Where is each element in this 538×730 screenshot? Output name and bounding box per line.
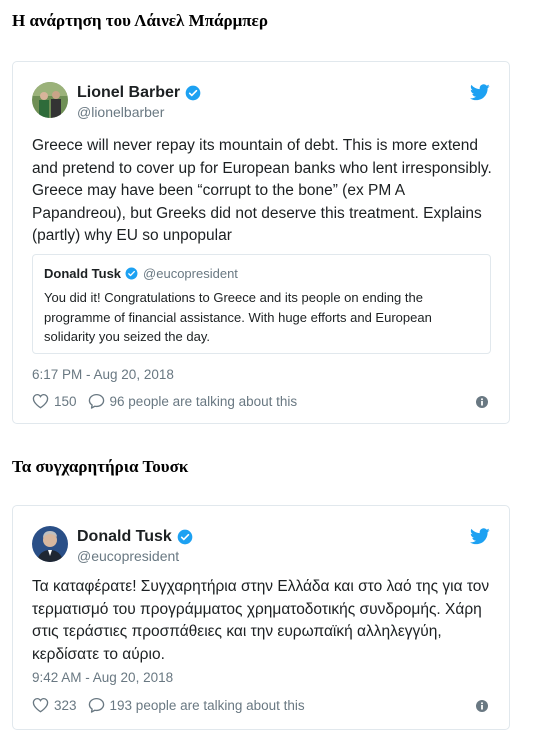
section-heading-barber: Η ανάρτηση του Λάινελ Μπάρμπερ (12, 11, 268, 30)
verified-badge-icon (177, 529, 193, 545)
like-count[interactable]: 323 (54, 698, 77, 713)
author-handle[interactable]: @lionelbarber (77, 104, 164, 120)
quoted-tweet-text: You did it! Congratulations to Greece an… (44, 290, 432, 344)
quoted-tweet[interactable]: Donald Tusk @eucopresident You did it! C… (32, 254, 491, 354)
tweet-actions: 150 96 people are talking about this (32, 393, 297, 409)
quoted-author-name[interactable]: Donald Tusk (44, 266, 121, 281)
author-name-text[interactable]: Lionel Barber (77, 84, 180, 102)
author-handle[interactable]: @eucopresident (77, 548, 179, 564)
avatar[interactable] (32, 82, 68, 118)
comment-bubble-icon[interactable] (88, 393, 105, 409)
tweet-timestamp[interactable]: 6:17 PM - Aug 20, 2018 (32, 367, 174, 382)
verified-badge-icon (125, 267, 138, 280)
tweet-card-barber[interactable]: Lionel Barber @lionelbarber Greece will … (12, 61, 510, 424)
heart-icon[interactable] (32, 697, 49, 713)
like-count[interactable]: 150 (54, 394, 77, 409)
comment-bubble-icon[interactable] (88, 697, 105, 713)
tweet-text: Greece will never repay its mountain of … (32, 137, 492, 244)
tweet-actions: 323 193 people are talking about this (32, 697, 305, 713)
author-name-text[interactable]: Donald Tusk (77, 528, 172, 546)
quoted-author[interactable]: Donald Tusk @eucopresident (44, 266, 238, 281)
tweet-card-tusk[interactable]: Donald Tusk @eucopresident Τα καταφέρατε… (12, 505, 510, 730)
author-name[interactable]: Lionel Barber (77, 84, 201, 102)
quoted-author-handle[interactable]: @eucopresident (143, 266, 238, 281)
tweet-timestamp[interactable]: 9:42 AM - Aug 20, 2018 (32, 670, 173, 685)
talking-count[interactable]: 96 people are talking about this (110, 394, 298, 409)
section-heading-tusk: Τα συγχαρητήρια Τουσκ (12, 457, 189, 476)
info-icon[interactable] (476, 700, 488, 712)
verified-badge-icon (185, 85, 201, 101)
author-name[interactable]: Donald Tusk (77, 528, 193, 546)
heart-icon[interactable] (32, 393, 49, 409)
twitter-bird-icon[interactable] (470, 528, 490, 545)
talking-count[interactable]: 193 people are talking about this (110, 698, 305, 713)
avatar[interactable] (32, 526, 68, 562)
tweet-text: Τα καταφέρατε! Συγχαρητήρια στην Ελλάδα … (32, 578, 490, 663)
twitter-bird-icon[interactable] (470, 84, 490, 101)
info-icon[interactable] (476, 396, 488, 408)
